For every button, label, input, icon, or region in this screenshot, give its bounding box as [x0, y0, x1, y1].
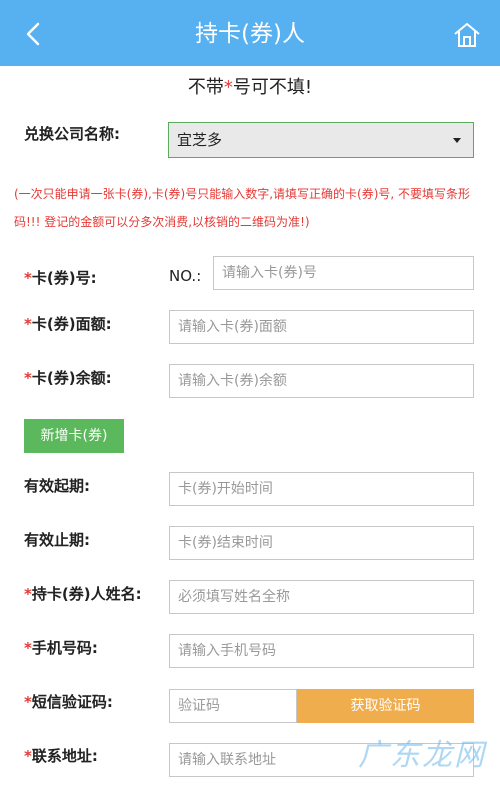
- company-selected-value: 宜芝多: [177, 131, 223, 149]
- face-value-input[interactable]: 请输入卡(券)面额: [169, 310, 474, 344]
- phone-input[interactable]: 请输入手机号码: [169, 634, 474, 668]
- valid-from-label: 有效起期:: [24, 477, 90, 495]
- company-label: 兑换公司名称:: [24, 125, 120, 143]
- required-notice: 不带*号可不填!: [187, 77, 313, 98]
- card-no-prefix: NO.:: [169, 267, 202, 285]
- phone-label: *手机号码:: [24, 639, 98, 657]
- warning-text: (一次只能申请一张卡(券),卡(券)号只能输入数字,请填写正确的卡(券)号, 不…: [14, 187, 471, 229]
- home-icon[interactable]: [452, 20, 482, 50]
- dropdown-caret-icon: [453, 138, 461, 143]
- valid-to-input[interactable]: 卡(券)结束时间: [169, 526, 474, 560]
- valid-from-input[interactable]: 卡(券)开始时间: [169, 472, 474, 506]
- card-no-input[interactable]: 请输入卡(券)号: [213, 256, 474, 290]
- sms-code-label: *短信验证码:: [24, 693, 113, 711]
- add-card-button[interactable]: 新增卡(券): [24, 419, 124, 453]
- company-select[interactable]: 宜芝多: [168, 122, 474, 158]
- address-label: *联系地址:: [24, 747, 98, 765]
- card-no-label: *卡(券)号:: [24, 269, 97, 287]
- get-code-button[interactable]: 获取验证码: [297, 689, 474, 723]
- app-header: 持卡(券)人: [0, 0, 500, 66]
- page-title: 持卡(券)人: [195, 21, 305, 47]
- balance-label: *卡(券)余额:: [24, 369, 112, 387]
- site-watermark: 广东龙网: [358, 738, 486, 773]
- valid-to-label: 有效止期:: [24, 531, 90, 549]
- holder-name-label: *持卡(券)人姓名:: [24, 585, 142, 603]
- balance-input[interactable]: 请输入卡(券)余额: [169, 364, 474, 398]
- face-value-label: *卡(券)面额:: [24, 315, 112, 333]
- holder-name-input[interactable]: 必须填写姓名全称: [169, 580, 474, 614]
- sms-code-input[interactable]: 验证码: [169, 689, 297, 723]
